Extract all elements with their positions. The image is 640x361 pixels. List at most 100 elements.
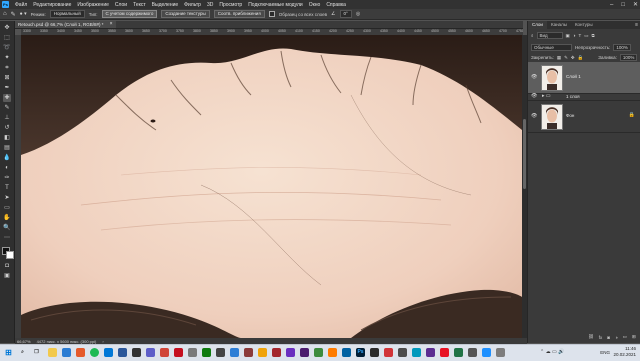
visibility-eye-icon[interactable]: 👁: [531, 113, 537, 119]
menu-type[interactable]: Текст: [130, 2, 149, 8]
lock-position-icon[interactable]: ✥: [571, 55, 575, 61]
blur-tool-icon[interactable]: 💧: [3, 154, 11, 162]
menu-3d[interactable]: 3D: [204, 2, 216, 8]
brush-size-picker[interactable]: ● ▾: [20, 11, 27, 17]
add-mask-icon[interactable]: ◙: [607, 335, 610, 340]
office-app-icon[interactable]: [76, 348, 85, 357]
store-icon[interactable]: [230, 348, 239, 357]
sample-all-layers-checkbox[interactable]: [268, 11, 275, 17]
fill-field[interactable]: 100%: [619, 54, 638, 61]
menu-file[interactable]: Файл: [12, 2, 30, 8]
background-color-swatch[interactable]: [6, 251, 14, 259]
zoom-tool-icon[interactable]: 🔍: [3, 224, 11, 232]
close-document-icon[interactable]: ×: [110, 21, 113, 28]
create-texture-button[interactable]: Создание текстуры: [161, 10, 210, 18]
close-window-button[interactable]: ✕: [633, 1, 638, 8]
menu-layers[interactable]: Слои: [112, 2, 130, 8]
quick-select-tool-icon[interactable]: ✦: [3, 54, 11, 62]
shape-tool-icon[interactable]: ▭: [3, 204, 11, 212]
app-icon[interactable]: [258, 348, 267, 357]
lock-all-icon[interactable]: 🔒: [578, 55, 584, 61]
home-icon[interactable]: ⌂: [3, 11, 7, 17]
layer-row[interactable]: 👁 ▸ ▭ 1 слоя: [528, 93, 640, 101]
app-icon[interactable]: [370, 348, 379, 357]
mail-app-icon[interactable]: [62, 348, 71, 357]
maximize-button[interactable]: □: [621, 2, 625, 8]
visibility-eye-icon[interactable]: 👁: [531, 74, 537, 80]
app-icon[interactable]: [244, 348, 253, 357]
edge-icon[interactable]: [104, 348, 113, 357]
youtube-icon[interactable]: [174, 348, 183, 357]
app-icon[interactable]: [482, 348, 491, 357]
menu-view[interactable]: Просмотр: [216, 2, 245, 8]
brush-tool-icon[interactable]: ✎: [3, 104, 11, 112]
filter-pixel-icon[interactable]: ▣: [566, 33, 570, 39]
app-icon[interactable]: [426, 348, 435, 357]
layer-style-icon[interactable]: fx: [599, 335, 603, 340]
healing-brush-tool-icon[interactable]: ✚: [3, 94, 11, 102]
screen-mode-icon[interactable]: ▣: [3, 272, 11, 280]
tab-channels[interactable]: Каналы: [547, 21, 571, 29]
tab-paths[interactable]: Контуры: [571, 21, 597, 29]
layer-name[interactable]: 1 слоя: [566, 94, 580, 99]
move-tool-icon[interactable]: ✥: [3, 24, 11, 32]
settings-icon[interactable]: [188, 348, 197, 357]
visibility-eye-icon[interactable]: 👁: [531, 93, 537, 99]
layer-name[interactable]: Слой 1: [566, 74, 581, 79]
clone-stamp-tool-icon[interactable]: ⊥: [3, 114, 11, 122]
layer-row[interactable]: 👁 Слой 1: [528, 62, 640, 94]
marquee-tool-icon[interactable]: ⬚: [3, 34, 11, 42]
xbox-icon[interactable]: [202, 348, 211, 357]
chrome-icon[interactable]: [90, 348, 99, 357]
filter-shape-icon[interactable]: ▭: [584, 33, 588, 39]
premiere-icon[interactable]: [286, 348, 295, 357]
app-icon[interactable]: [342, 348, 351, 357]
menu-window[interactable]: Окно: [306, 2, 324, 8]
lock-pixels-icon[interactable]: ✎: [564, 55, 568, 61]
after-effects-icon[interactable]: [300, 348, 309, 357]
status-arrow-icon[interactable]: ›: [102, 339, 103, 344]
menu-filter[interactable]: Фильтр: [181, 2, 204, 8]
start-button-icon[interactable]: ⊞: [4, 348, 13, 357]
menu-image[interactable]: Изображение: [74, 2, 112, 8]
app-icon[interactable]: [272, 348, 281, 357]
app-icon[interactable]: [384, 348, 393, 357]
document-tab[interactable]: Retouch.psd @ 66,7% (Слой 1, RGB/8#) * ×: [15, 21, 116, 28]
app-icon[interactable]: [440, 348, 449, 357]
proximity-match-button[interactable]: Соотв. приближения: [213, 10, 265, 18]
content-aware-button[interactable]: С учетом содержимого: [101, 10, 158, 18]
teams-icon[interactable]: [146, 348, 155, 357]
app-icon[interactable]: [216, 348, 225, 357]
more-tools-icon[interactable]: ⋯: [3, 234, 11, 242]
pen-tool-icon[interactable]: ✑: [3, 174, 11, 182]
spot-healing-brush-icon[interactable]: ✎: [11, 11, 16, 18]
menu-edit[interactable]: Редактирование: [30, 2, 74, 8]
pdf-app-icon[interactable]: [160, 348, 169, 357]
opacity-field[interactable]: 100%: [613, 44, 631, 51]
pressure-icon[interactable]: ◎: [356, 11, 360, 17]
filter-smart-icon[interactable]: ⧉: [592, 33, 595, 38]
task-view-icon[interactable]: ❐: [32, 348, 41, 357]
word-icon[interactable]: [118, 348, 127, 357]
lasso-tool-icon[interactable]: ➰: [3, 44, 11, 52]
illustrator-icon[interactable]: [328, 348, 337, 357]
app-icon[interactable]: [468, 348, 477, 357]
minimize-button[interactable]: –: [610, 2, 613, 8]
adjustment-layer-icon[interactable]: ◑: [615, 335, 618, 340]
app-icon[interactable]: [412, 348, 421, 357]
terminal-icon[interactable]: [132, 348, 141, 357]
hand-tool-icon[interactable]: ✋: [3, 214, 11, 222]
path-select-tool-icon[interactable]: ➤: [3, 194, 11, 202]
document-canvas[interactable]: [21, 35, 522, 338]
menu-select[interactable]: Выделение: [149, 2, 182, 8]
dodge-tool-icon[interactable]: ◐: [3, 164, 11, 172]
language-indicator[interactable]: ENG: [600, 350, 610, 355]
type-tool-icon[interactable]: T: [3, 184, 11, 192]
zoom-level[interactable]: 66,67%: [17, 339, 31, 344]
tray-icons[interactable]: ⌃ ☁ ▭ 🔊: [540, 349, 564, 355]
new-group-icon[interactable]: ▭: [623, 334, 627, 340]
app-icon[interactable]: [496, 348, 505, 357]
filter-type-icon[interactable]: T: [579, 33, 582, 38]
link-layers-icon[interactable]: ⛓: [588, 334, 594, 340]
mode-select[interactable]: Нормальный: [49, 10, 85, 18]
